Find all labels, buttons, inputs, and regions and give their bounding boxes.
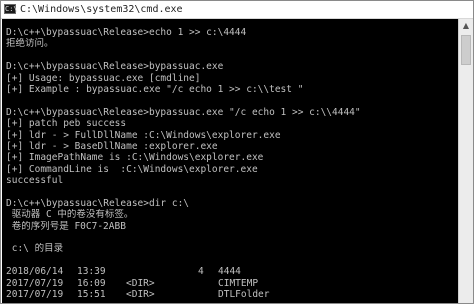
dir-time: 16:09 (77, 277, 106, 289)
window-title: C:\Windows\system32\cmd.exe (20, 4, 183, 15)
console-line: [+] patch peb success (6, 118, 127, 130)
console-output[interactable]: D:\c++\bypassuac\Release>echo 1 >> c:\44… (2, 19, 458, 303)
dir-date: 2018/06/14 (6, 266, 64, 278)
dir-time: 15:51 (77, 288, 106, 300)
dir-type: <DIR> (126, 277, 155, 289)
dir-size: 4 (198, 266, 204, 278)
dir-listing-row: 2017/07/19 16:09 <DIR> CIMTEMP (6, 278, 458, 289)
console-line: c:\ 的目录 (6, 243, 64, 255)
scroll-up-arrow-icon[interactable]: ▲ (459, 19, 473, 33)
console-line: D:\c++\bypassuac\Release>dir c:\ (6, 197, 190, 209)
console-line: [+] Example : bypassuac.exe "/c echo 1 >… (6, 83, 304, 95)
console-line: [+] ldr - > FullDllName :C:\Windows\expl… (6, 129, 281, 141)
dir-listing-row: 2017/07/19 15:51 <DIR> DTLFolder (6, 289, 458, 300)
console-line: [+] Usage: bypassuac.exe [cmdline] (6, 72, 201, 84)
dir-date: 2017/07/19 (6, 277, 64, 289)
dir-listing-row: 2018/06/14 13:39 4 4444 (6, 266, 458, 277)
console-line: D:\c++\bypassuac\Release>echo 1 >> c:\44… (6, 27, 247, 38)
dir-time: 13:39 (77, 266, 106, 278)
console-line: 拒绝访问。 (6, 38, 54, 50)
console-line: [+] CommandLine is :C:\Windows\explorer.… (6, 163, 258, 175)
dir-name: 4444 (218, 266, 241, 278)
scroll-thumb[interactable] (461, 35, 471, 65)
cmd-icon: C:\ (4, 4, 18, 14)
console-line: D:\c++\bypassuac\Release>bypassuac.exe "… (6, 106, 361, 118)
console-line: [+] ldr - > BaseDllName :explorer.exe (6, 140, 218, 152)
dir-date: 2017/07/19 (6, 288, 64, 300)
console-line: D:\c++\bypassuac\Release>bypassuac.exe (6, 61, 224, 73)
dir-type: <DIR> (126, 288, 155, 300)
title-bar[interactable]: C:\ C:\Windows\system32\cmd.exe (1, 1, 473, 19)
dir-name: CIMTEMP (218, 277, 259, 289)
vertical-scrollbar[interactable]: ▲ (458, 19, 473, 303)
console-line: 卷的序列号是 F0C7-2ABB (6, 220, 126, 232)
console-line: [+] ImagePathName is :C:\Windows\explore… (6, 152, 264, 164)
console-line: 驱动器 C 中的卷没有标签。 (6, 209, 134, 221)
console-line: successful (6, 175, 64, 187)
dir-name: DTLFolder (218, 288, 270, 300)
cmd-window: C:\ C:\Windows\system32\cmd.exe D:\c++\b… (0, 0, 474, 304)
console-lines: D:\c++\bypassuac\Release>echo 1 >> c:\44… (6, 27, 458, 300)
